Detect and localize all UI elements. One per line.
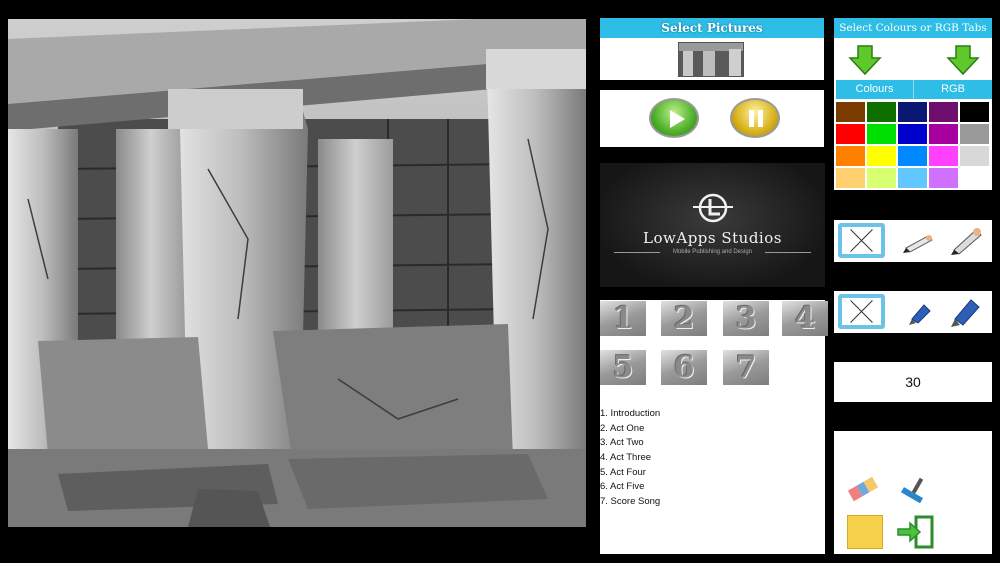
colour-swatch[interactable] — [898, 124, 927, 144]
chapter-item[interactable]: 4. Act Three — [600, 451, 660, 466]
chapter-item[interactable]: 5. Act Four — [600, 466, 660, 481]
colour-swatch[interactable] — [836, 124, 865, 144]
chapter-tile-5[interactable]: 5 — [600, 350, 646, 385]
clear-marker-button[interactable] — [838, 294, 885, 329]
studio-logo-banner: LowApps Studios Mobile Publishing and De… — [600, 163, 825, 287]
colour-swatch[interactable] — [867, 146, 896, 166]
colour-swatch[interactable] — [929, 146, 958, 166]
temple-ruins-photo — [8, 19, 586, 527]
eraser-icon[interactable] — [846, 475, 880, 503]
lowapps-logo-icon — [693, 193, 733, 223]
studio-name: LowApps Studios — [643, 229, 782, 247]
colour-swatch[interactable] — [929, 168, 958, 188]
select-pictures-panel: Select Pictures — [600, 18, 824, 80]
pen-panel — [834, 220, 992, 262]
studio-tagline: Mobile Publishing and Design — [672, 249, 753, 255]
chapter-item[interactable]: 6. Act Five — [600, 480, 660, 495]
temple-ruins-thumbnail — [679, 43, 743, 76]
note-icon[interactable] — [847, 515, 883, 549]
colour-swatch[interactable] — [867, 168, 896, 188]
brush-size-readout: 30 — [834, 362, 992, 402]
chapter-tile-6[interactable]: 6 — [661, 350, 707, 385]
small-marker-icon[interactable] — [906, 299, 934, 327]
drawing-canvas[interactable] — [8, 19, 586, 527]
colour-picker-panel: Select Colours or RGB Tabs Colours RGB — [834, 18, 992, 190]
colour-tab-bar: Colours RGB — [836, 80, 992, 99]
chapter-item[interactable]: 3. Act Two — [600, 436, 660, 451]
colour-swatch[interactable] — [960, 102, 989, 122]
playback-panel — [600, 90, 824, 147]
tab-rgb[interactable]: RGB — [914, 80, 992, 99]
colour-swatch[interactable] — [960, 146, 989, 166]
select-pictures-title: Select Pictures — [600, 18, 824, 38]
chapter-tile-2[interactable]: 2 — [661, 301, 707, 336]
colour-swatch[interactable] — [898, 168, 927, 188]
colour-swatch[interactable] — [898, 146, 927, 166]
colour-picker-title: Select Colours or RGB Tabs — [834, 18, 992, 38]
chapter-item[interactable]: 7. Score Song — [600, 495, 660, 510]
large-marker-icon[interactable] — [948, 294, 984, 330]
thin-pen-icon[interactable] — [902, 228, 936, 254]
squeegee-icon[interactable] — [900, 475, 930, 505]
colour-swatch[interactable] — [836, 168, 865, 188]
tab-colours[interactable]: Colours — [836, 80, 914, 99]
chapters-panel: 1 2 3 4 5 6 7 1. Introduction 2. Act One… — [600, 300, 828, 554]
chapter-item[interactable]: 2. Act One — [600, 422, 660, 437]
colour-swatch[interactable] — [898, 102, 927, 122]
colour-swatch-grid — [836, 102, 990, 188]
arrow-down-left-icon[interactable] — [848, 44, 882, 76]
pause-icon — [749, 110, 763, 127]
picture-thumbnail[interactable] — [678, 42, 744, 77]
colour-swatch[interactable] — [836, 102, 865, 122]
colour-swatch[interactable] — [867, 102, 896, 122]
chapter-list: 1. Introduction 2. Act One 3. Act Two 4.… — [600, 407, 660, 510]
chapter-tile-3[interactable]: 3 — [723, 301, 769, 336]
tools-panel — [834, 431, 992, 554]
colour-swatch[interactable] — [836, 146, 865, 166]
clear-pen-button[interactable] — [838, 223, 885, 258]
colour-swatch[interactable] — [929, 124, 958, 144]
colour-swatch[interactable] — [929, 102, 958, 122]
colour-swatch[interactable] — [960, 124, 989, 144]
pause-button[interactable] — [730, 98, 780, 138]
chapter-tile-7[interactable]: 7 — [723, 350, 769, 385]
chapter-tile-4[interactable]: 4 — [782, 301, 828, 336]
exit-icon[interactable] — [896, 515, 936, 549]
play-button[interactable] — [649, 98, 699, 138]
play-icon — [670, 110, 685, 128]
arrow-down-right-icon[interactable] — [946, 44, 980, 76]
thick-pen-icon[interactable] — [950, 224, 984, 256]
marker-panel — [834, 291, 992, 333]
colour-swatch[interactable] — [867, 124, 896, 144]
chapter-tile-1[interactable]: 1 — [600, 301, 646, 336]
colour-swatch[interactable] — [960, 168, 989, 188]
chapter-item[interactable]: 1. Introduction — [600, 407, 660, 422]
